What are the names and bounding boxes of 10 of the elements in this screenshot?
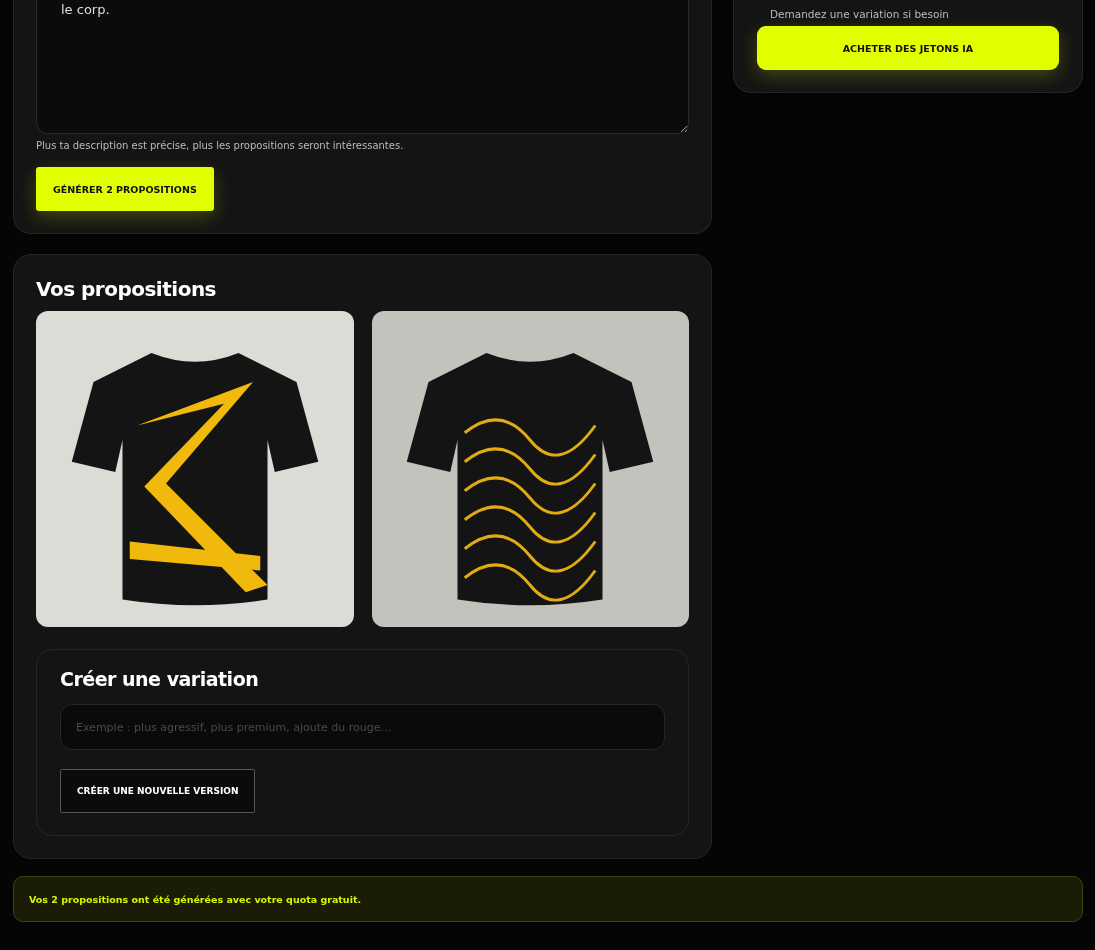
section-title: Vos propositions (36, 277, 218, 301)
quota-notice: Vos 2 propositions ont été générées avec votre quota gratuit. (13, 876, 1083, 922)
hint-text: Plus ta description est précise, plus les propositions seront intéressantes. (36, 140, 405, 151)
description-field[interactable]: le corp. (36, 0, 689, 134)
variation-input[interactable]: Exemple : plus agressif, plus premium, ajoute du rouge... (60, 704, 665, 750)
generate-button[interactable]: GÉNÉRER 2 PROPOSITIONS (36, 167, 214, 211)
new-version-button[interactable]: CRÉER UNE NOUVELLE VERSION (60, 769, 256, 813)
variation-note: Demandez une variation si besoin (769, 8, 951, 20)
buy-tokens-button[interactable]: ACHETER DES JETONS IA (757, 26, 1059, 70)
panel-title: Créer une variation (60, 668, 260, 690)
